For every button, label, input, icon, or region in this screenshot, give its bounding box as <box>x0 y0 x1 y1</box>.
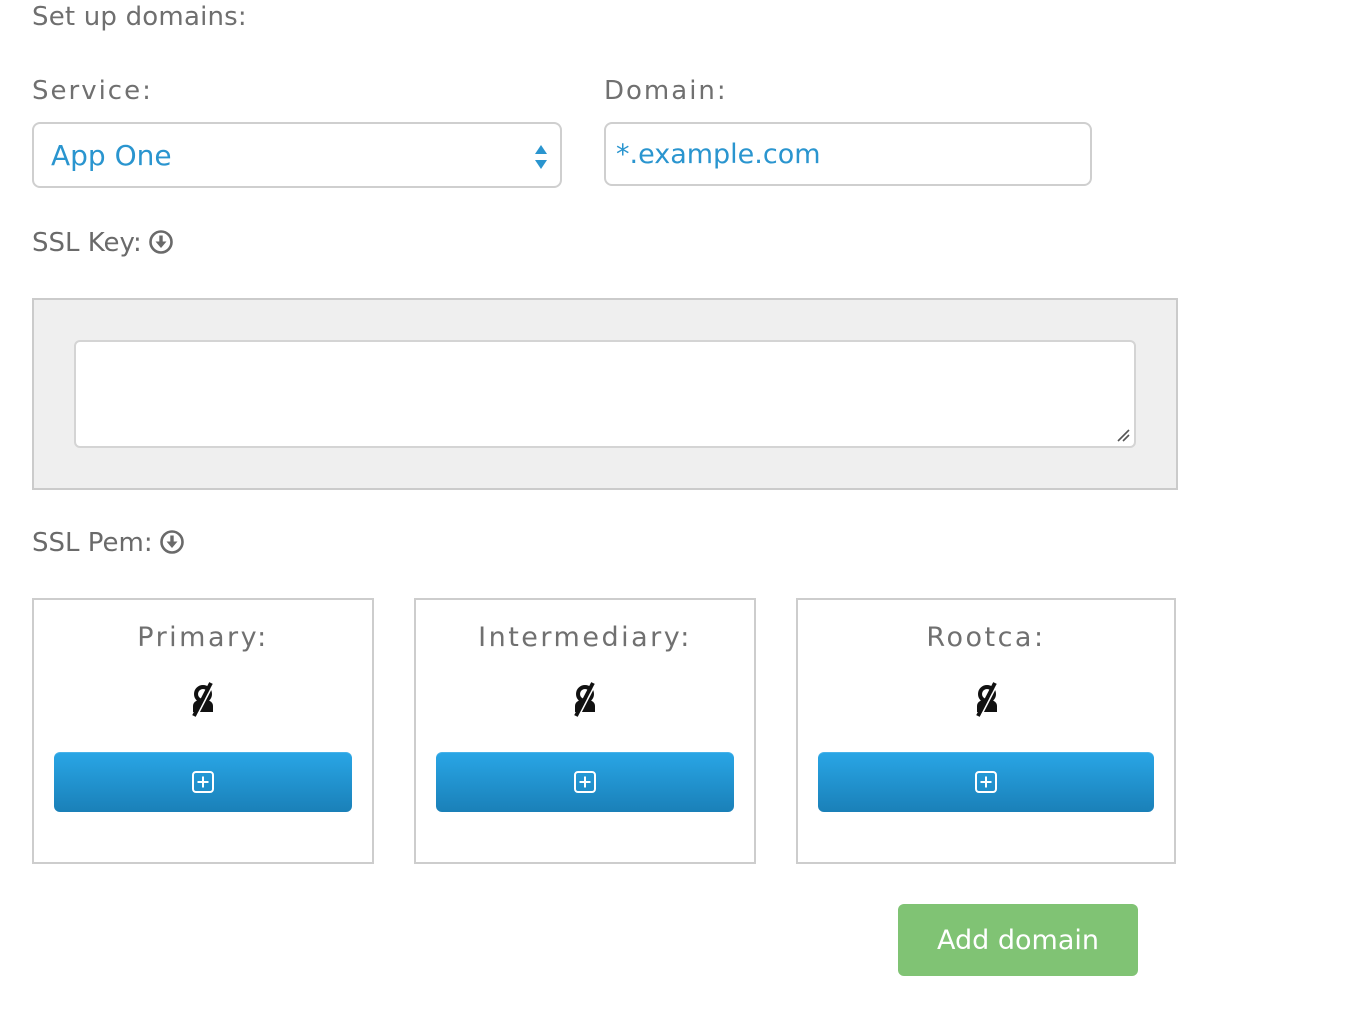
add-primary-pem-button[interactable] <box>54 752 352 812</box>
plus-square-icon <box>574 771 596 793</box>
pem-card-primary: Primary: <box>32 598 374 864</box>
add-rootca-pem-button[interactable] <box>818 752 1154 812</box>
ssl-key-textarea[interactable] <box>74 340 1136 448</box>
plus-square-icon <box>192 771 214 793</box>
resize-grip-icon[interactable] <box>1116 428 1130 442</box>
download-circle-icon[interactable] <box>148 229 174 255</box>
download-circle-icon[interactable] <box>159 529 185 555</box>
ssl-pem-label-row: SSL Pem: <box>32 528 185 558</box>
no-certificate-icon <box>192 682 214 718</box>
pem-card-rootca: Rootca: <box>796 598 1176 864</box>
service-select-value: App One <box>51 139 172 172</box>
no-certificate-icon <box>976 682 998 718</box>
ssl-key-panel <box>32 298 1178 490</box>
plus-square-icon <box>975 771 997 793</box>
pem-card-label: Primary: <box>137 622 269 653</box>
ssl-pem-label: SSL Pem: <box>32 528 153 558</box>
domain-input[interactable] <box>604 122 1092 186</box>
ssl-key-label-row: SSL Key: <box>32 228 174 258</box>
pem-card-label: Rootca: <box>926 622 1046 653</box>
no-certificate-icon <box>574 682 596 718</box>
service-select[interactable]: App One <box>32 122 562 188</box>
add-intermediary-pem-button[interactable] <box>436 752 734 812</box>
page-title: Set up domains: <box>32 2 247 32</box>
up-down-arrows-icon <box>535 145 547 169</box>
add-domain-button[interactable]: Add domain <box>898 904 1138 976</box>
ssl-key-label: SSL Key: <box>32 228 142 258</box>
domain-label: Domain: <box>604 76 728 106</box>
pem-card-label: Intermediary: <box>478 622 692 653</box>
service-label: Service: <box>32 76 153 106</box>
pem-card-intermediary: Intermediary: <box>414 598 756 864</box>
